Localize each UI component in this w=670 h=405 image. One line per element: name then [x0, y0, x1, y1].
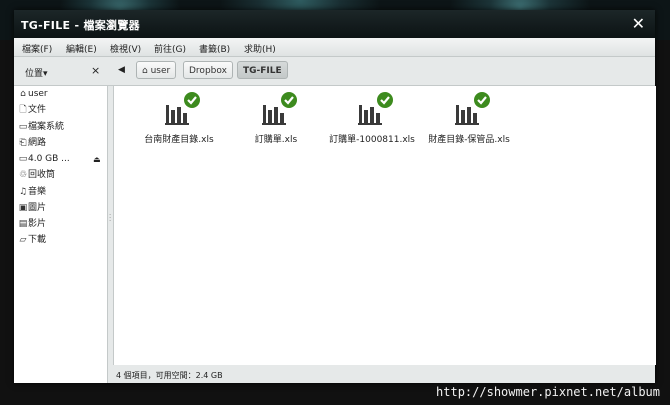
places-sidebar: ⌂ user 🗋文件 ▭檔案系統 ⎗網路 ▭4.0 GB ... ⏏ ♲回收筒 ♫… — [14, 86, 108, 383]
breadcrumb-user-label: user — [150, 66, 171, 76]
sidebar-item-downloads[interactable]: ▱ 下載 — [18, 234, 106, 247]
menu-view[interactable]: 檢視(V) — [110, 42, 141, 55]
file-name: 台南財產目錄.xls — [144, 135, 214, 145]
menu-edit[interactable]: 編輯(E) — [66, 42, 97, 55]
close-sidebar-icon[interactable]: × — [91, 64, 100, 77]
menu-file[interactable]: 檔案(F) — [22, 42, 52, 55]
sidebar-item-pictures[interactable]: ▣圖片 — [18, 202, 106, 215]
sidebar-item-videos[interactable]: ▤影片 — [18, 218, 106, 231]
breadcrumb-user[interactable]: ⌂ user — [136, 61, 177, 79]
location-toolbar: 位置▾ × ◀ ⌂ user Dropbox TG-FILE — [14, 57, 655, 86]
video-icon: ▤ — [18, 219, 28, 229]
file-name: 財產目錄-保管品.xls — [428, 135, 510, 145]
spreadsheet-chart-icon — [262, 92, 297, 125]
drag-handle-icon: · · · — [109, 211, 112, 225]
music-icon: ♫ — [18, 187, 28, 197]
menu-bookmarks[interactable]: 書籤(B) — [199, 42, 230, 55]
drive-icon: ▭ — [18, 122, 28, 132]
spreadsheet-chart-icon — [455, 92, 490, 125]
picture-icon: ▣ — [18, 203, 28, 213]
sidebar-item-label: 影片 — [28, 219, 47, 229]
eject-icon[interactable]: ⏏ — [93, 153, 101, 166]
sidebar-item-label: user — [28, 89, 48, 99]
file-item[interactable]: 財產目錄-保管品.xls — [421, 91, 517, 153]
menu-go[interactable]: 前往(G) — [154, 42, 186, 55]
file-manager-window: TG-FILE - 檔案瀏覽器 ✕ 檔案(F) 編輯(E) 檢視(V) 前往(G… — [14, 10, 656, 383]
sidebar-item-label: 下載 — [28, 235, 47, 245]
home-icon: ⌂ — [20, 89, 26, 99]
file-item[interactable]: 訂購單.xls — [228, 91, 324, 153]
status-text: 4 個項目，可用空間：2.4 GB — [116, 371, 223, 380]
sidebar-item-volume[interactable]: ▭4.0 GB ... ⏏ — [18, 153, 106, 166]
sidebar-item-label: 網路 — [28, 138, 47, 148]
folder-icon: ▱ — [19, 235, 27, 245]
sidebar-item-label: 音樂 — [28, 187, 47, 197]
places-label: 位置 — [25, 69, 44, 79]
chevron-down-icon: ▾ — [43, 69, 48, 79]
sidebar-item-music[interactable]: ♫音樂 — [18, 186, 106, 199]
network-icon: ⎗ — [19, 138, 27, 148]
places-dropdown[interactable]: 位置▾ — [25, 66, 48, 79]
spreadsheet-chart-icon — [165, 92, 200, 125]
menu-help[interactable]: 求助(H) — [244, 42, 276, 55]
sidebar-item-label: 文件 — [28, 105, 47, 115]
window-title: TG-FILE - 檔案瀏覽器 — [21, 19, 140, 32]
sidebar-item-label: 4.0 GB ... — [28, 154, 70, 164]
sidebar-item-label: 檔案系統 — [28, 122, 65, 132]
drive-icon: ▭ — [18, 154, 28, 164]
sidebar-item-filesystem[interactable]: ▭檔案系統 — [18, 121, 106, 134]
spreadsheet-chart-icon — [358, 92, 393, 125]
breadcrumb-tg-file[interactable]: TG-FILE — [237, 61, 288, 79]
sidebar-item-trash[interactable]: ♲回收筒 — [18, 169, 106, 182]
file-name: 訂購單-1000811.xls — [329, 135, 415, 145]
trash-icon: ♲ — [18, 170, 28, 180]
home-icon: ⌂ — [142, 66, 148, 76]
close-icon[interactable]: ✕ — [632, 14, 645, 33]
file-view: 台南財產目錄.xls 訂購單.xls 訂購單-1000811.xls 財產目錄-… — [113, 86, 656, 365]
status-bar: 4 個項目，可用空間：2.4 GB — [113, 365, 655, 383]
sidebar-item-label: 圖片 — [28, 203, 47, 213]
sidebar-item-network[interactable]: ⎗網路 — [18, 137, 106, 150]
document-icon: 🗋 — [19, 105, 27, 115]
sidebar-item-label: 回收筒 — [28, 170, 56, 180]
file-item[interactable]: 訂購單-1000811.xls — [324, 91, 420, 153]
back-arrow-icon[interactable]: ◀ — [118, 65, 125, 75]
breadcrumb-dropbox[interactable]: Dropbox — [183, 61, 233, 79]
watermark-url: http://showmer.pixnet.net/album — [436, 385, 660, 399]
title-bar[interactable]: TG-FILE - 檔案瀏覽器 ✕ — [14, 10, 655, 38]
menu-bar: 檔案(F) 編輯(E) 檢視(V) 前往(G) 書籤(B) 求助(H) — [14, 38, 655, 57]
sidebar-item-documents[interactable]: 🗋文件 — [18, 104, 106, 117]
file-name: 訂購單.xls — [254, 135, 298, 145]
sidebar-item-user[interactable]: ⌂ user — [18, 88, 106, 101]
file-item[interactable]: 台南財產目錄.xls — [131, 91, 227, 153]
